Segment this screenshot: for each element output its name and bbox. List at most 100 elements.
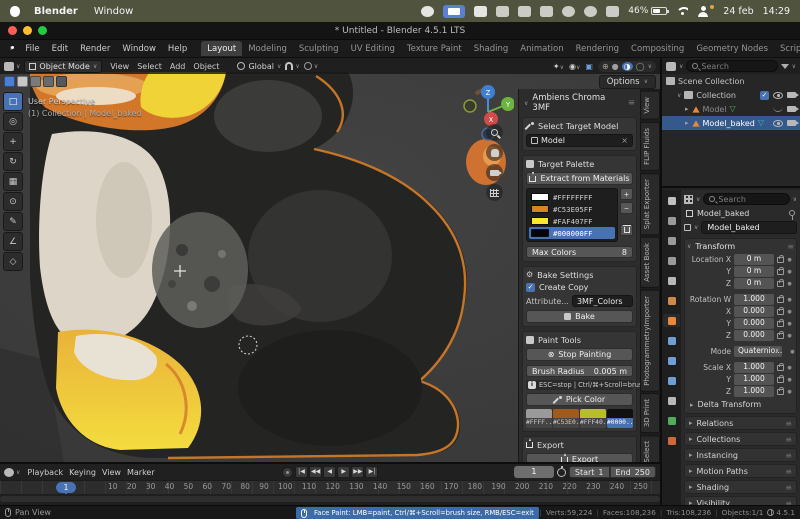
texture-slot-icon[interactable] <box>30 76 41 87</box>
xray-toggle[interactable]: ▣ <box>585 62 593 71</box>
properties-tab[interactable] <box>663 434 680 447</box>
app-menu[interactable]: Blender <box>34 6 78 17</box>
toolbar-tool[interactable]: ⊙ <box>3 192 23 211</box>
eye-icon[interactable] <box>773 119 783 127</box>
close-window-button[interactable] <box>8 26 17 35</box>
editor-type-dropdown[interactable]: ∨ <box>4 61 20 71</box>
workspace-tab[interactable]: Texture Paint <box>401 41 468 56</box>
show-overlays-toggle[interactable]: ◉∨ <box>569 62 580 71</box>
object-name-field[interactable]: Model_baked <box>701 221 797 234</box>
remove-color-button[interactable]: − <box>620 202 633 214</box>
animate-dot[interactable]: ● <box>790 349 794 355</box>
toolbar-tool[interactable]: ◎ <box>3 112 23 131</box>
sidebar-tab[interactable]: Asset Book <box>640 236 660 288</box>
expand-icon[interactable]: ▸ <box>685 119 689 127</box>
eye-closed-icon[interactable] <box>773 107 783 112</box>
viewport-3d[interactable]: ∨ Object Mode ∨ View Select Add Object Glob… <box>0 58 660 505</box>
topbar-menu[interactable]: Help <box>162 42 193 56</box>
camera-icon[interactable] <box>787 120 799 126</box>
transform-value-field[interactable]: 0.000 ∨ <box>734 306 774 317</box>
properties-tab[interactable] <box>663 414 680 427</box>
workspace-tab[interactable]: UV Editing <box>345 41 401 56</box>
workspace-tab[interactable]: Rendering <box>570 41 625 56</box>
palette-color-row[interactable]: #000000FF <box>529 227 615 239</box>
bake-button[interactable]: Bake <box>526 310 633 323</box>
topbar-menu[interactable]: File <box>19 42 45 56</box>
sidebar-tab[interactable]: PhotogrammetryImporter <box>640 289 660 392</box>
lock-icon[interactable] <box>777 266 784 275</box>
apple-menu-icon[interactable] <box>10 5 20 17</box>
drag-handle-icon[interactable]: ≡ <box>628 98 635 108</box>
sidebar-tab[interactable]: View <box>640 91 660 120</box>
lock-icon[interactable] <box>777 278 784 287</box>
filter-icon[interactable] <box>780 63 789 69</box>
zoom-button[interactable] <box>486 124 503 141</box>
transport-button[interactable]: ▶ <box>337 466 351 478</box>
properties-tab[interactable] <box>663 334 680 347</box>
transform-value-field[interactable]: 1.000 ∨ <box>734 386 774 397</box>
properties-panel-collapsed[interactable]: ▸ Instancing ≡ <box>684 448 797 462</box>
user-switch-icon[interactable] <box>697 5 709 17</box>
transform-value-field[interactable]: 1.000 ∨ <box>734 362 774 373</box>
transport-button[interactable]: ◀◀ <box>309 466 323 478</box>
properties-tab[interactable] <box>663 214 680 227</box>
properties-panel-collapsed[interactable]: ▸ Relations ≡ <box>684 416 797 430</box>
toolbar-tool[interactable]: ✎ <box>3 212 23 231</box>
properties-tab[interactable] <box>663 234 680 247</box>
animate-dot[interactable]: ● <box>787 333 792 339</box>
clear-target-icon[interactable]: × <box>621 136 628 145</box>
properties-tab[interactable] <box>663 314 680 327</box>
outliner-row-collection[interactable]: ∨ Collection ✓ <box>662 88 800 102</box>
animate-dot[interactable]: ● <box>787 309 792 315</box>
end-frame-field[interactable]: End 250 <box>609 466 656 478</box>
sidebar-tab[interactable]: 3D Print <box>640 393 660 434</box>
viewport-menu[interactable]: View <box>106 61 133 72</box>
properties-tab[interactable] <box>663 254 680 267</box>
sidebar-tab[interactable]: Splat Exporter <box>640 172 660 235</box>
shading-wireframe-button[interactable]: ⊕ <box>602 62 609 71</box>
eye-icon[interactable] <box>773 91 783 99</box>
show-gizmo-toggle[interactable]: ✦∨ <box>553 62 564 71</box>
zoom-window-button[interactable] <box>38 26 47 35</box>
shading-rendered-button[interactable]: ◯ <box>636 62 645 71</box>
start-frame-field[interactable]: Start 1 <box>568 466 610 478</box>
perspective-toggle-button[interactable] <box>486 184 503 201</box>
sidebar-tab[interactable]: FLIP Fluids <box>640 121 660 171</box>
pin-icon[interactable] <box>789 210 795 220</box>
mode-dropdown[interactable]: Object Mode ∨ <box>24 59 103 73</box>
workspace-tab[interactable]: Shading <box>468 41 515 56</box>
animate-dot[interactable]: ● <box>787 377 792 383</box>
palette-color-row[interactable]: #C53E05FF <box>529 203 615 215</box>
timeline-menu[interactable]: Marker <box>124 468 158 477</box>
editor-type-dropdown[interactable]: ∨ <box>4 467 20 477</box>
properties-panel-collapsed[interactable]: ▸ Motion Paths ≡ <box>684 464 797 478</box>
lock-icon[interactable] <box>777 306 784 315</box>
camera-icon[interactable] <box>787 92 799 98</box>
pan-button[interactable] <box>486 144 503 161</box>
viewport-menu[interactable]: Object <box>189 61 223 72</box>
transform-value-field[interactable]: 1.000 ∨ <box>734 294 774 305</box>
properties-panel-collapsed[interactable]: ▸ Visibility ≡ <box>684 496 797 505</box>
workspace-tab[interactable]: Scripting <box>774 41 800 56</box>
transport-button[interactable]: |◀ <box>295 466 308 478</box>
animate-dot[interactable]: ● <box>787 297 792 303</box>
camera-icon[interactable] <box>787 106 799 112</box>
strip-color[interactable]: #C53E0... <box>553 409 579 428</box>
properties-tab[interactable] <box>663 194 680 207</box>
editor-type-icon[interactable] <box>666 61 676 71</box>
create-copy-checkbox[interactable]: ✓ Create Copy <box>526 283 633 292</box>
camera-shutter-icon[interactable] <box>421 5 435 17</box>
lock-icon[interactable] <box>777 330 784 339</box>
texture-slot-icon[interactable] <box>43 76 54 87</box>
transform-value-field[interactable]: 0.000 ∨ <box>734 318 774 329</box>
properties-panel-collapsed[interactable]: ▸ Collections ≡ <box>684 432 797 446</box>
lock-icon[interactable] <box>777 254 784 263</box>
strip-color[interactable]: #FFFF... <box>526 409 552 428</box>
lock-icon[interactable] <box>777 318 784 327</box>
display-icon[interactable] <box>474 5 488 17</box>
outliner-row-model[interactable]: ▸ Model ▽ <box>662 102 800 116</box>
properties-search-input[interactable]: Search <box>703 193 790 205</box>
toolbar-tool[interactable]: ↻ <box>3 152 23 171</box>
toolbar-tool[interactable]: □ <box>3 92 23 111</box>
collection-checkbox[interactable]: ✓ <box>760 90 769 100</box>
